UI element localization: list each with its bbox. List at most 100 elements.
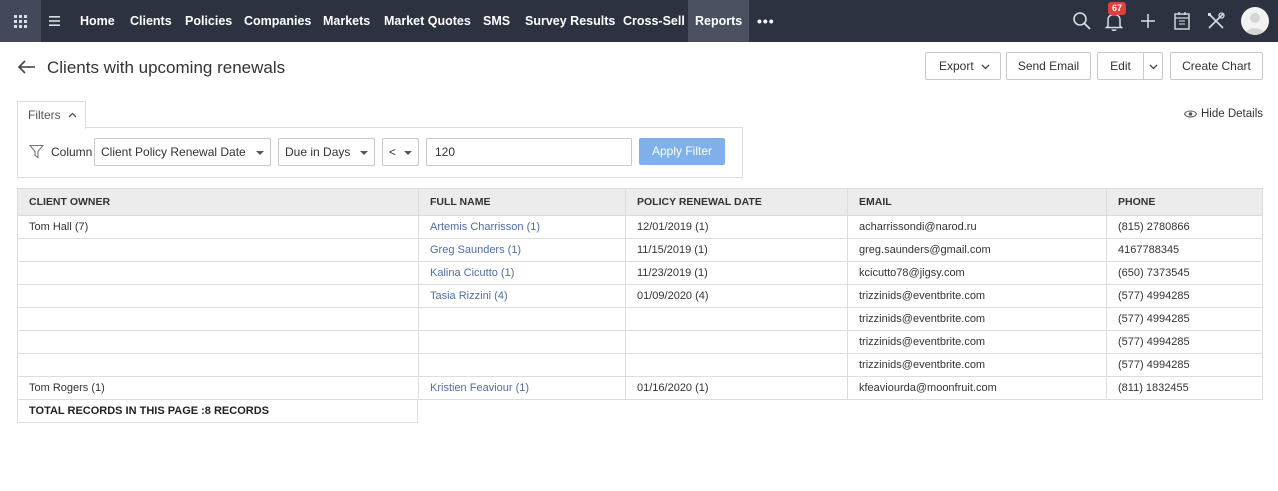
column-header-email[interactable]: EMAIL xyxy=(847,188,1107,216)
plus-icon[interactable] xyxy=(1136,9,1160,33)
cell-client-owner xyxy=(17,284,419,308)
cell-client-owner xyxy=(17,307,419,331)
top-navigation-bar: Home Clients Policies Companies Markets … xyxy=(0,0,1278,42)
cell-full-name-link[interactable]: Kristien Feaviour (1) xyxy=(418,376,626,400)
column-label: Column xyxy=(51,145,93,159)
user-avatar[interactable] xyxy=(1241,7,1269,35)
cell-renewal-date: 01/16/2020 (1) xyxy=(625,376,848,400)
nav-cross-sell[interactable]: Cross-Sell xyxy=(623,0,685,42)
cell-full-name xyxy=(418,353,626,377)
table-row: Tom Hall (7) Artemis Charrisson (1) 12/0… xyxy=(17,215,1263,239)
column-header-phone[interactable]: PHONE xyxy=(1106,188,1263,216)
cell-renewal-date: 01/09/2020 (4) xyxy=(625,284,848,308)
cell-client-owner: Tom Rogers (1) xyxy=(17,376,419,400)
cell-email: acharrissondi@narod.ru xyxy=(847,215,1107,239)
cell-phone: (577) 4994285 xyxy=(1106,353,1263,377)
condition-select-value: Due in Days xyxy=(285,145,351,159)
calendar-icon[interactable] xyxy=(1170,9,1194,33)
hamburger-menu-icon[interactable] xyxy=(47,12,63,30)
operator-select[interactable]: < xyxy=(382,138,419,166)
cell-email: kfeaviourda@moonfruit.com xyxy=(847,376,1107,400)
cell-renewal-date: 11/15/2019 (1) xyxy=(625,238,848,262)
hide-details-toggle[interactable]: Hide Details xyxy=(1183,108,1263,120)
report-table: CLIENT OWNER FULL NAME POLICY RENEWAL DA… xyxy=(17,188,1263,400)
cell-client-owner xyxy=(17,330,419,354)
cell-renewal-date: 11/23/2019 (1) xyxy=(625,261,848,285)
cell-renewal-date xyxy=(625,330,848,354)
nav-clients[interactable]: Clients xyxy=(130,0,172,42)
filter-funnel-icon xyxy=(29,144,44,159)
nav-companies[interactable]: Companies xyxy=(244,0,311,42)
cell-phone: (815) 2780866 xyxy=(1106,215,1263,239)
table-row: Tasia Rizzini (4) 01/09/2020 (4) trizzin… xyxy=(17,284,1263,308)
chevron-down-icon xyxy=(981,64,990,70)
caret-down-icon xyxy=(256,151,264,155)
column-select-value: Client Policy Renewal Date xyxy=(101,145,246,159)
nav-policies[interactable]: Policies xyxy=(185,0,232,42)
nav-market-quotes[interactable]: Market Quotes xyxy=(384,0,471,42)
cell-phone: 4167788345 xyxy=(1106,238,1263,262)
cell-full-name xyxy=(418,307,626,331)
table-row: Greg Saunders (1) 11/15/2019 (1) greg.sa… xyxy=(17,238,1263,262)
cell-client-owner: Tom Hall (7) xyxy=(17,215,419,239)
table-header-row: CLIENT OWNER FULL NAME POLICY RENEWAL DA… xyxy=(17,188,1263,216)
column-header-policy-renewal-date[interactable]: POLICY RENEWAL DATE xyxy=(625,188,848,216)
apps-grid-icon xyxy=(14,14,27,28)
tools-icon[interactable] xyxy=(1204,9,1228,33)
filters-tab-label: Filters xyxy=(28,108,61,122)
cell-renewal-date: 12/01/2019 (1) xyxy=(625,215,848,239)
eye-icon xyxy=(1183,110,1198,118)
nav-home[interactable]: Home xyxy=(80,0,115,42)
operator-select-value: < xyxy=(389,145,397,159)
cell-phone: (650) 7373545 xyxy=(1106,261,1263,285)
caret-down-icon xyxy=(404,151,412,155)
apps-grid-button[interactable] xyxy=(0,0,41,42)
cell-phone: (577) 4994285 xyxy=(1106,284,1263,308)
nav-markets[interactable]: Markets xyxy=(323,0,370,42)
filter-value-input[interactable] xyxy=(426,138,632,166)
cell-full-name xyxy=(418,330,626,354)
nav-more-button[interactable]: ••• xyxy=(757,13,775,29)
send-email-button[interactable]: Send Email xyxy=(1006,52,1091,80)
nav-survey-results[interactable]: Survey Results xyxy=(525,0,615,42)
cell-email: greg.saunders@gmail.com xyxy=(847,238,1107,262)
column-header-full-name[interactable]: FULL NAME xyxy=(418,188,626,216)
table-row: trizzinids@eventbrite.com (577) 4994285 xyxy=(17,353,1263,377)
page-title: Clients with upcoming renewals xyxy=(47,58,286,77)
caret-down-icon xyxy=(360,151,368,155)
table-row: Kalina Cicutto (1) 11/23/2019 (1) kcicut… xyxy=(17,261,1263,285)
cell-client-owner xyxy=(17,261,419,285)
export-button-label: Export xyxy=(939,59,974,73)
cell-client-owner xyxy=(17,238,419,262)
edit-options-dropdown[interactable] xyxy=(1143,52,1163,80)
cell-full-name-link[interactable]: Greg Saunders (1) xyxy=(418,238,626,262)
cell-phone: (577) 4994285 xyxy=(1106,307,1263,331)
cell-full-name-link[interactable]: Kalina Cicutto (1) xyxy=(418,261,626,285)
chevron-down-icon xyxy=(1149,64,1158,70)
cell-email: trizzinids@eventbrite.com xyxy=(847,284,1107,308)
condition-select[interactable]: Due in Days xyxy=(278,138,375,166)
search-icon[interactable] xyxy=(1070,9,1094,33)
back-arrow-icon[interactable] xyxy=(16,57,38,77)
column-header-client-owner[interactable]: CLIENT OWNER xyxy=(17,188,419,216)
cell-phone: (811) 1832455 xyxy=(1106,376,1263,400)
avatar-icon xyxy=(1245,13,1265,35)
table-row: trizzinids@eventbrite.com (577) 4994285 xyxy=(17,330,1263,354)
cell-renewal-date xyxy=(625,353,848,377)
nav-reports[interactable]: Reports xyxy=(688,0,750,42)
notification-badge: 67 xyxy=(1108,2,1126,15)
export-button[interactable]: Export xyxy=(925,52,1001,80)
cell-full-name-link[interactable]: Tasia Rizzini (4) xyxy=(418,284,626,308)
cell-renewal-date xyxy=(625,307,848,331)
column-select[interactable]: Client Policy Renewal Date xyxy=(94,138,271,166)
apply-filter-button[interactable]: Apply Filter xyxy=(639,138,725,165)
hide-details-label: Hide Details xyxy=(1201,108,1263,120)
cell-email: trizzinids@eventbrite.com xyxy=(847,330,1107,354)
filters-tab[interactable]: Filters xyxy=(17,101,86,129)
create-chart-button[interactable]: Create Chart xyxy=(1170,52,1263,80)
edit-button[interactable]: Edit xyxy=(1097,52,1144,80)
table-row: Tom Rogers (1) Kristien Feaviour (1) 01/… xyxy=(17,376,1263,400)
nav-sms[interactable]: SMS xyxy=(483,0,510,42)
chevron-up-icon xyxy=(68,112,77,118)
cell-full-name-link[interactable]: Artemis Charrisson (1) xyxy=(418,215,626,239)
